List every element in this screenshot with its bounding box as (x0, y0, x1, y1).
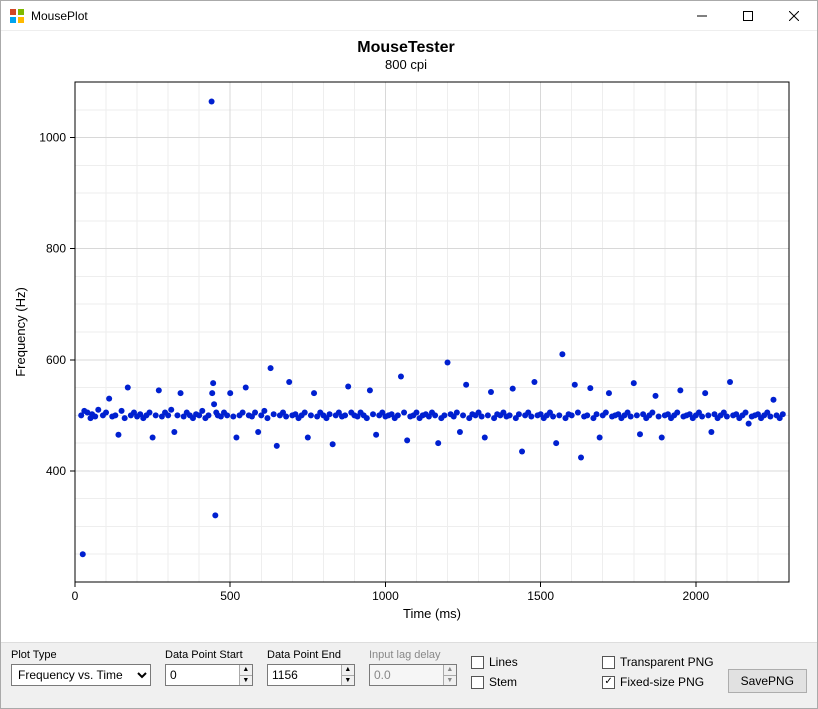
spin-up-icon[interactable]: ▲ (342, 665, 354, 676)
data-end-label: Data Point End (267, 649, 355, 661)
controls-panel: Plot Type Frequency vs. Time Data Point … (1, 642, 817, 708)
svg-text:1000: 1000 (372, 589, 399, 603)
svg-text:400: 400 (46, 464, 66, 478)
svg-text:2000: 2000 (683, 589, 710, 603)
scatter-plot: 0 500 1000 1500 2000 400 600 800 1000 Time (ms) Fr… (7, 76, 799, 624)
chart-title: MouseTester (7, 39, 805, 57)
fixed-png-checkbox-row[interactable]: Fixed-size PNG (602, 675, 714, 689)
window-title: MousePlot (31, 9, 88, 23)
app-icon (9, 8, 25, 24)
input-lag-group: Input lag delay ▲▼ (369, 649, 457, 686)
checkbox-icon (471, 676, 484, 689)
input-lag-label: Input lag delay (369, 649, 457, 661)
svg-text:1500: 1500 (527, 589, 554, 603)
stem-label: Stem (489, 675, 517, 689)
titlebar: MousePlot (1, 1, 817, 31)
data-start-spinner[interactable]: ▲▼ (165, 664, 253, 686)
transparent-png-label: Transparent PNG (620, 655, 714, 669)
plot-type-group: Plot Type Frequency vs. Time (11, 649, 151, 686)
spin-down-icon: ▼ (444, 676, 456, 686)
checkbox-icon (602, 656, 615, 669)
chart-area: MouseTester 800 cpi 0 500 1000 1500 2000 400 6… (1, 31, 817, 642)
chart-subtitle: 800 cpi (7, 57, 805, 72)
data-start-group: Data Point Start ▲▼ (165, 649, 253, 686)
data-start-input[interactable] (166, 665, 239, 685)
input-lag-spinner: ▲▼ (369, 664, 457, 686)
maximize-button[interactable] (725, 1, 771, 31)
plot-type-select[interactable]: Frequency vs. Time (11, 664, 151, 686)
spin-down-icon[interactable]: ▼ (240, 676, 252, 686)
plot-type-label: Plot Type (11, 649, 151, 661)
data-end-group: Data Point End ▲▼ (267, 649, 355, 686)
checkbox-icon (602, 676, 615, 689)
checkbox-icon (471, 656, 484, 669)
stem-checkbox-row[interactable]: Stem (471, 675, 518, 689)
lines-checkbox-row[interactable]: Lines (471, 655, 518, 669)
svg-text:500: 500 (220, 589, 240, 603)
fixed-png-label: Fixed-size PNG (620, 675, 704, 689)
png-options: Transparent PNG Fixed-size PNG (602, 649, 714, 689)
data-end-spinner[interactable]: ▲▼ (267, 664, 355, 686)
transparent-png-checkbox-row[interactable]: Transparent PNG (602, 655, 714, 669)
svg-text:0: 0 (72, 589, 79, 603)
svg-text:600: 600 (46, 353, 66, 367)
save-png-button[interactable]: SavePNG (728, 669, 807, 693)
lines-label: Lines (489, 655, 518, 669)
spin-up-icon[interactable]: ▲ (240, 665, 252, 676)
svg-text:800: 800 (46, 242, 66, 256)
spin-down-icon[interactable]: ▼ (342, 676, 354, 686)
svg-text:1000: 1000 (39, 131, 66, 145)
trace-options: Lines Stem (471, 649, 518, 689)
svg-text:Time (ms): Time (ms) (403, 606, 461, 621)
input-lag-input (370, 665, 443, 685)
minimize-button[interactable] (679, 1, 725, 31)
svg-text:Frequency (Hz): Frequency (Hz) (13, 287, 28, 377)
data-end-input[interactable] (268, 665, 341, 685)
data-start-label: Data Point Start (165, 649, 253, 661)
spin-up-icon: ▲ (444, 665, 456, 676)
close-button[interactable] (771, 1, 817, 31)
